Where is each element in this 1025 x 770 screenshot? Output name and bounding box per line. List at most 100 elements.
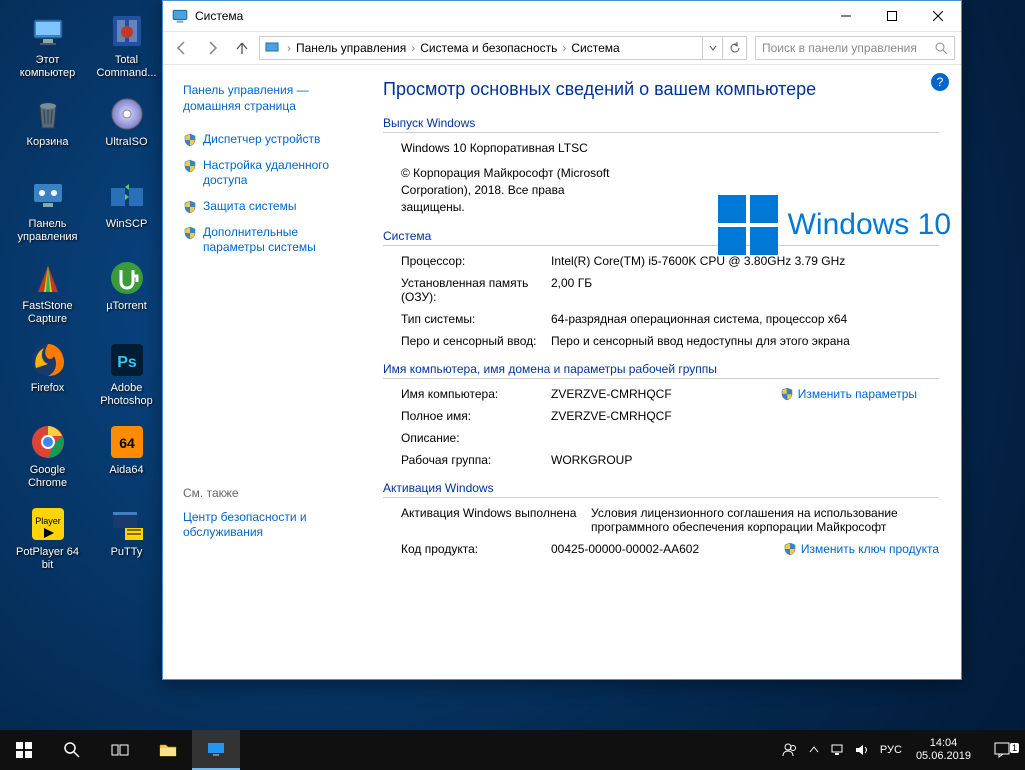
control-panel-icon	[264, 40, 280, 56]
total-commander-icon	[107, 12, 147, 52]
language-indicator[interactable]: РУС	[874, 744, 908, 756]
description-value	[551, 431, 939, 445]
cpu-label: Процессор:	[401, 254, 551, 268]
file-explorer-taskbar[interactable]	[144, 730, 192, 770]
navbar: › Панель управления › Система и безопасн…	[163, 31, 961, 65]
clock[interactable]: 14:04 05.06.2019	[908, 737, 979, 763]
activation-status: Активация Windows выполнена	[401, 506, 591, 534]
start-button[interactable]	[0, 730, 48, 770]
volume-icon[interactable]	[850, 730, 874, 770]
faststone-icon	[28, 258, 68, 298]
sidebar-item-label: Дополнительные параметры системы	[203, 225, 363, 256]
search-input[interactable]: Поиск в панели управления	[755, 36, 955, 60]
control-panel-home-link[interactable]: Панель управления — домашняя страница	[183, 83, 363, 114]
license-terms-link[interactable]: Условия лицензионного соглашения на испо…	[591, 506, 931, 534]
desktop-icon-putty[interactable]: PuTTy	[89, 500, 164, 578]
desktop-icon-label: Этот компьютер	[10, 54, 85, 79]
shield-icon	[183, 159, 197, 173]
firefox-icon	[28, 340, 68, 380]
photoshop-icon: Ps	[107, 340, 147, 380]
see-also-heading: См. также	[183, 486, 363, 500]
network-icon[interactable]	[826, 730, 850, 770]
desktop-icon-label: WinSCP	[106, 218, 148, 231]
up-button[interactable]	[229, 35, 255, 61]
system-taskbar[interactable]	[192, 730, 240, 770]
change-settings-link[interactable]: Изменить параметры	[780, 387, 917, 401]
action-center-icon[interactable]: 1	[979, 741, 1025, 759]
desktop-icon-faststone[interactable]: FastStone Capture	[10, 254, 85, 332]
desktop-icon-chrome[interactable]: Google Chrome	[10, 418, 85, 496]
shield-icon	[780, 387, 794, 401]
activation-heading: Активация Windows	[383, 481, 939, 498]
desktop-icon-recycle-bin[interactable]: Корзина	[10, 90, 85, 168]
full-name-label: Полное имя:	[401, 409, 551, 423]
pen-value: Перо и сенсорный ввод недоступны для это…	[551, 334, 939, 348]
this-pc-icon	[28, 12, 68, 52]
change-product-key-link[interactable]: Изменить ключ продукта	[783, 542, 939, 556]
sidebar-item-label: Настройка удаленного доступа	[203, 158, 363, 189]
breadcrumb-item[interactable]: Система	[569, 41, 621, 55]
refresh-button[interactable]	[722, 37, 746, 59]
help-icon[interactable]: ?	[931, 73, 949, 91]
address-dropdown[interactable]	[702, 37, 722, 59]
close-button[interactable]	[915, 1, 961, 31]
maximize-button[interactable]	[869, 1, 915, 31]
sidebar-item-2[interactable]: Защита системы	[183, 199, 363, 215]
full-name-value: ZVERZVE-CMRHQCF	[551, 409, 939, 423]
shield-icon	[183, 226, 197, 240]
search-button[interactable]	[48, 730, 96, 770]
desktop-icon-photoshop[interactable]: PsAdobe Photoshop	[89, 336, 164, 414]
page-title: Просмотр основных сведений о вашем компь…	[383, 79, 939, 100]
sidebar-item-0[interactable]: Диспетчер устройств	[183, 132, 363, 148]
desktop-icon-this-pc[interactable]: Этот компьютер	[10, 8, 85, 86]
desktop-icon-utorrent[interactable]: µTorrent	[89, 254, 164, 332]
computer-name-heading: Имя компьютера, имя домена и параметры р…	[383, 362, 939, 379]
utorrent-icon	[107, 258, 147, 298]
putty-icon	[107, 504, 147, 544]
system-icon	[171, 7, 189, 25]
computer-name-label: Имя компьютера:	[401, 387, 551, 401]
search-placeholder: Поиск в панели управления	[762, 41, 917, 55]
system-type-value: 64-разрядная операционная система, проце…	[551, 312, 939, 326]
security-center-link[interactable]: Центр безопасности и обслуживания	[183, 510, 363, 541]
forward-button[interactable]	[199, 35, 225, 61]
breadcrumb-item[interactable]: Панель управления	[294, 41, 408, 55]
task-view-button[interactable]	[96, 730, 144, 770]
minimize-button[interactable]	[823, 1, 869, 31]
windows-edition: Windows 10 Корпоративная LTSC	[401, 141, 939, 155]
desktop-icons: Этот компьютерTotal Command...КорзинаUlt…	[10, 8, 164, 578]
recycle-bin-icon	[28, 94, 68, 134]
desktop: Этот компьютерTotal Command...КорзинаUlt…	[0, 0, 1025, 770]
desktop-icon-label: Google Chrome	[10, 464, 85, 489]
shield-icon	[783, 542, 797, 556]
workgroup-label: Рабочая группа:	[401, 453, 551, 467]
sidebar-item-1[interactable]: Настройка удаленного доступа	[183, 158, 363, 189]
ram-label: Установленная память (ОЗУ):	[401, 276, 551, 304]
desktop-icon-total-commander[interactable]: Total Command...	[89, 8, 164, 86]
desktop-icon-ultraiso[interactable]: UltraISO	[89, 90, 164, 168]
shield-icon	[183, 200, 197, 214]
people-icon[interactable]	[778, 730, 802, 770]
sidebar-item-label: Защита системы	[203, 199, 296, 215]
titlebar: Система	[163, 1, 961, 31]
sidebar-item-3[interactable]: Дополнительные параметры системы	[183, 225, 363, 256]
content: ? Просмотр основных сведений о вашем ком…	[373, 65, 961, 679]
cpu-value: Intel(R) Core(TM) i5-7600K CPU @ 3.80GHz…	[551, 254, 939, 268]
desktop-icon-potplayer[interactable]: PlayerPotPlayer 64 bit	[10, 500, 85, 578]
desktop-icon-winscp[interactable]: WinSCP	[89, 172, 164, 250]
windows-brand-text: Windows 10	[788, 208, 951, 242]
svg-text:64: 64	[119, 435, 135, 451]
address-bar[interactable]: › Панель управления › Система и безопасн…	[259, 36, 747, 60]
desktop-icon-firefox[interactable]: Firefox	[10, 336, 85, 414]
back-button[interactable]	[169, 35, 195, 61]
svg-text:Ps: Ps	[117, 354, 137, 371]
desktop-icon-label: µTorrent	[106, 300, 147, 313]
desktop-icon-control-panel[interactable]: Панель управления	[10, 172, 85, 250]
desktop-icon-label: Панель управления	[10, 218, 85, 243]
desktop-icon-aida64[interactable]: 64Aida64	[89, 418, 164, 496]
winscp-icon	[107, 176, 147, 216]
breadcrumb-item[interactable]: Система и безопасность	[418, 41, 559, 55]
windows-logo: Windows 10	[718, 195, 951, 255]
tray-chevron-icon[interactable]	[802, 730, 826, 770]
desktop-icon-label: PotPlayer 64 bit	[10, 546, 85, 571]
